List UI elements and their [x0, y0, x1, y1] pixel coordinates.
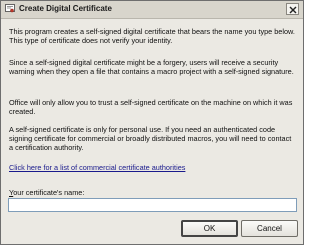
intro-paragraph: This program creates a self-signed digit…: [9, 27, 295, 45]
certificate-name-label-text: our certificate's name:: [13, 188, 85, 197]
certificate-name-label: Your certificate's name:: [9, 188, 84, 197]
close-icon: [289, 6, 297, 13]
certificate-authorities-link[interactable]: Click here for a list of commercial cert…: [9, 163, 185, 172]
create-certificate-dialog: Create Digital Certificate This program …: [0, 0, 304, 245]
ok-button[interactable]: OK: [181, 220, 238, 237]
window-title: Create Digital Certificate: [19, 4, 112, 13]
forgery-warning-paragraph: Since a self-signed digital certificate …: [9, 58, 294, 76]
certificate-icon: [5, 4, 15, 14]
trust-paragraph: Office will only allow you to trust a se…: [9, 98, 293, 116]
cancel-button[interactable]: Cancel: [241, 220, 298, 237]
close-button[interactable]: [286, 3, 299, 15]
title-bar[interactable]: Create Digital Certificate: [1, 1, 303, 19]
personal-use-paragraph: A self-signed certificate is only for pe…: [9, 125, 292, 152]
certificate-name-input[interactable]: [8, 198, 297, 212]
